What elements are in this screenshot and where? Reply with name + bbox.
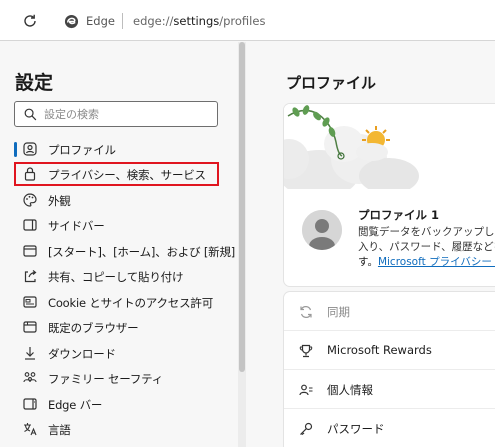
profile-description-line: 入り、パスワード、履歴などを表 [358,241,495,253]
sidebar-item-cookies-permissions[interactable]: Cookie とサイトのアクセス許可 [14,290,220,314]
settings-title: 設定 [15,72,54,94]
site-permissions-icon [23,296,37,308]
url-prefix: edge:// [133,14,174,28]
search-icon [24,108,37,121]
browser-name: Edge [86,14,115,28]
sidebar-icon [23,219,37,231]
section-sync[interactable]: 同期 [284,292,495,331]
sidebar-item-label: 既定のブラウザー [48,321,139,335]
key-icon [300,422,313,436]
sidebar-item-start-home-tabs[interactable]: [スタート]、[ホーム]、および [新規] タブ [14,239,261,263]
default-avatar-icon [302,210,342,250]
sidebar-item-privacy[interactable]: プライバシー、検索、サービス [14,162,220,186]
privacy-line: す。Microsoft プライバシー ステ [358,254,495,269]
scrollbar-thumb[interactable] [239,42,245,372]
person-card-icon [299,384,313,396]
settings-sidebar: 設定 プロファイル プライバシー、検索、サービス 外観 [0,42,261,447]
sidebar-item-downloads[interactable]: ダウンロード [14,341,220,365]
page-title: プロファイル [286,74,377,92]
palette-icon [23,193,37,207]
family-icon [23,372,37,383]
share-icon [24,270,37,283]
sidebar-item-edge-bar[interactable]: Edge バー [14,392,220,416]
section-label: 個人情報 [327,383,373,397]
sidebar-scrollbar[interactable] [238,42,246,447]
sidebar-item-label: ダウンロード [48,347,116,361]
sync-icon [300,306,312,318]
sidebar-item-label: 外観 [48,194,71,208]
language-icon [24,423,37,436]
sidebar-item-label: Edge バー [48,398,103,412]
sidebar-item-profiles[interactable]: プロファイル [14,137,220,161]
section-label: 同期 [327,305,350,319]
download-icon [25,347,35,360]
section-personal-info[interactable]: 個人情報 [284,370,495,409]
sidebar-item-label: サイドバー [48,219,105,233]
section-label: パスワード [327,422,385,436]
url-host: settings [173,14,220,28]
profile-sections-list: 同期 Microsoft Rewards 個人情報 パスワード [284,292,495,447]
sidebar-item-label: [スタート]、[ホーム]、および [新規] タブ [48,245,262,259]
profile-banner-image [284,104,495,189]
sidebar-item-sidebar[interactable]: サイドバー [14,213,220,237]
trophy-icon [299,344,313,358]
sidebar-item-label: プライバシー、検索、サービス [48,168,206,182]
edge-bar-icon [23,398,37,410]
active-indicator [14,142,17,157]
section-microsoft-rewards[interactable]: Microsoft Rewards [284,331,495,370]
section-passwords[interactable]: パスワード [284,409,495,447]
profile-description-line: 閲覧データをバックアップし、すべ [358,226,495,238]
sidebar-item-default-browser[interactable]: 既定のブラウザー [14,315,220,339]
sidebar-item-appearance[interactable]: 外観 [14,188,220,212]
sidebar-item-label: プロファイル [48,143,116,157]
sidebar-item-languages[interactable]: 言語 [14,417,220,441]
address-bar: Edge edge://settings/profiles [0,0,495,41]
sidebar-item-label: 言語 [48,423,71,437]
section-label: Microsoft Rewards [327,343,432,357]
profile-card: プロファイル 1 閲覧データをバックアップし、すべ 入り、パスワード、履歴などを… [284,104,495,286]
profile-icon [23,142,37,156]
sidebar-item-label: 共有、コピーして貼り付け [48,270,184,284]
avatar [302,210,342,250]
sidebar-item-share-copy-paste[interactable]: 共有、コピーして貼り付け [14,264,220,288]
url-field[interactable]: edge://settings/profiles [133,14,265,28]
main-content: プロファイル プロファイル 1 閲覧データをバックアップし 入り、パスワード、履… [246,42,495,447]
sidebar-item-family-safety[interactable]: ファミリー セーフティ [14,366,220,390]
default-browser-icon [23,321,37,333]
search-input[interactable] [44,106,212,122]
profile-name: プロファイル 1 [358,208,440,222]
url-separator [122,13,123,29]
edge-logo-icon [64,14,79,29]
privacy-statement-link[interactable]: Microsoft プライバシー ステ [378,256,495,268]
url-path: /profiles [219,14,266,28]
refresh-icon[interactable] [22,13,38,29]
sidebar-item-label: Cookie とサイトのアクセス許可 [48,296,214,310]
lock-icon [24,167,36,181]
sidebar-item-label: ファミリー セーフティ [48,372,164,386]
privacy-prefix: す。 [358,256,378,268]
settings-search-box[interactable] [14,101,218,127]
home-tabs-icon [23,245,37,257]
